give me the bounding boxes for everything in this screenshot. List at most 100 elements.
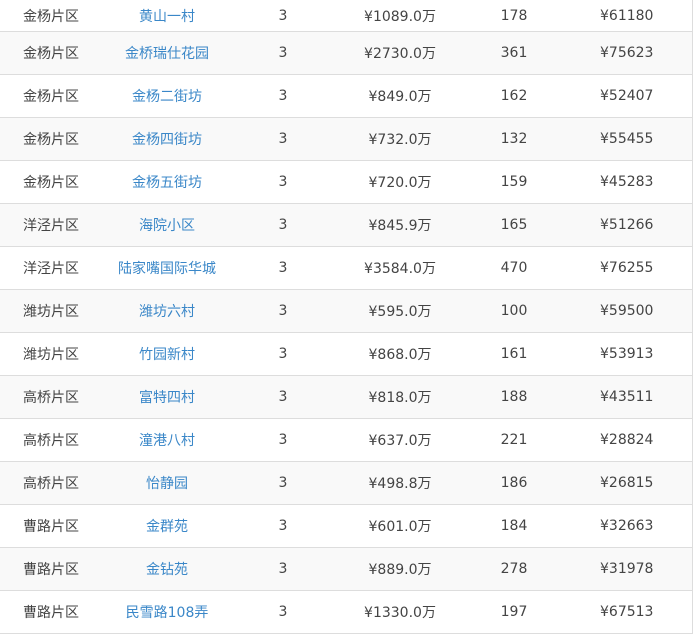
- area-cell: 197: [466, 590, 562, 634]
- community-cell: 金杨五街坊: [102, 160, 232, 204]
- unit-price-cell: ¥26815: [562, 461, 692, 505]
- community-link[interactable]: 金杨二街坊: [132, 89, 202, 105]
- community-cell: 金杨四街坊: [102, 117, 232, 161]
- area-cell: 470: [466, 246, 562, 290]
- table-row: 潍坊片区 竹园新村 3 ¥868.0万 161 ¥53913: [0, 332, 692, 376]
- community-cell: 民雪路108弄: [102, 590, 232, 634]
- district-cell: 曹路片区: [0, 504, 102, 548]
- district-cell: 高桥片区: [0, 418, 102, 462]
- area-cell: 221: [466, 418, 562, 462]
- table-row: 高桥片区 怡静园 3 ¥498.8万 186 ¥26815: [0, 461, 692, 505]
- rooms-cell: 3: [232, 375, 334, 419]
- rooms-cell: 3: [232, 0, 334, 32]
- total-price-cell: ¥732.0万: [334, 117, 466, 161]
- table-row: 金杨片区 金杨四街坊 3 ¥732.0万 132 ¥55455: [0, 117, 692, 161]
- community-link[interactable]: 陆家嘴国际华城: [118, 261, 216, 277]
- community-link[interactable]: 民雪路108弄: [126, 605, 209, 621]
- rooms-cell: 3: [232, 246, 334, 290]
- rooms-cell: 3: [232, 31, 334, 75]
- area-cell: 159: [466, 160, 562, 204]
- community-link[interactable]: 富特四村: [139, 390, 195, 406]
- table-body: 金杨片区 黄山一村 3 ¥1089.0万 178 ¥61180 金杨片区 金桥瑞…: [0, 0, 692, 634]
- rooms-cell: 3: [232, 289, 334, 333]
- total-price-cell: ¥3584.0万: [334, 246, 466, 290]
- community-link[interactable]: 海院小区: [139, 218, 195, 234]
- community-cell: 陆家嘴国际华城: [102, 246, 232, 290]
- unit-price-cell: ¥55455: [562, 117, 692, 161]
- district-cell: 金杨片区: [0, 160, 102, 204]
- community-link[interactable]: 金钻苑: [146, 562, 188, 578]
- area-cell: 132: [466, 117, 562, 161]
- table-row: 曹路片区 金群苑 3 ¥601.0万 184 ¥32663: [0, 504, 692, 548]
- community-cell: 黄山一村: [102, 0, 232, 32]
- rooms-cell: 3: [232, 590, 334, 634]
- area-cell: 184: [466, 504, 562, 548]
- total-price-cell: ¥845.9万: [334, 203, 466, 247]
- total-price-cell: ¥2730.0万: [334, 31, 466, 75]
- total-price-cell: ¥1330.0万: [334, 590, 466, 634]
- table-row: 高桥片区 富特四村 3 ¥818.0万 188 ¥43511: [0, 375, 692, 419]
- community-cell: 富特四村: [102, 375, 232, 419]
- community-link[interactable]: 金杨五街坊: [132, 175, 202, 191]
- area-cell: 278: [466, 547, 562, 591]
- unit-price-cell: ¥53913: [562, 332, 692, 376]
- community-cell: 怡静园: [102, 461, 232, 505]
- area-cell: 178: [466, 0, 562, 32]
- community-link[interactable]: 怡静园: [146, 476, 188, 492]
- community-link[interactable]: 竹园新村: [139, 347, 195, 363]
- table-row: 金杨片区 金桥瑞仕花园 3 ¥2730.0万 361 ¥75623: [0, 31, 692, 75]
- rooms-cell: 3: [232, 74, 334, 118]
- table-row: 金杨片区 金杨二街坊 3 ¥849.0万 162 ¥52407: [0, 74, 692, 118]
- rooms-cell: 3: [232, 160, 334, 204]
- community-link[interactable]: 黄山一村: [139, 9, 195, 25]
- district-cell: 高桥片区: [0, 461, 102, 505]
- district-cell: 洋泾片区: [0, 246, 102, 290]
- table-row: 洋泾片区 海院小区 3 ¥845.9万 165 ¥51266: [0, 203, 692, 247]
- area-cell: 165: [466, 203, 562, 247]
- total-price-cell: ¥720.0万: [334, 160, 466, 204]
- area-cell: 161: [466, 332, 562, 376]
- total-price-cell: ¥889.0万: [334, 547, 466, 591]
- unit-price-cell: ¥59500: [562, 289, 692, 333]
- district-cell: 金杨片区: [0, 117, 102, 161]
- community-cell: 海院小区: [102, 203, 232, 247]
- listing-table: 金杨片区 黄山一村 3 ¥1089.0万 178 ¥61180 金杨片区 金桥瑞…: [0, 0, 693, 634]
- area-cell: 100: [466, 289, 562, 333]
- community-cell: 金桥瑞仕花园: [102, 31, 232, 75]
- table-row: 曹路片区 民雪路108弄 3 ¥1330.0万 197 ¥67513: [0, 590, 692, 634]
- district-cell: 金杨片区: [0, 74, 102, 118]
- community-cell: 潼港八村: [102, 418, 232, 462]
- district-cell: 金杨片区: [0, 31, 102, 75]
- total-price-cell: ¥498.8万: [334, 461, 466, 505]
- unit-price-cell: ¥45283: [562, 160, 692, 204]
- district-cell: 金杨片区: [0, 0, 102, 32]
- unit-price-cell: ¥75623: [562, 31, 692, 75]
- community-link[interactable]: 潼港八村: [139, 433, 195, 449]
- community-cell: 潍坊六村: [102, 289, 232, 333]
- total-price-cell: ¥818.0万: [334, 375, 466, 419]
- rooms-cell: 3: [232, 504, 334, 548]
- table-row: 曹路片区 金钻苑 3 ¥889.0万 278 ¥31978: [0, 547, 692, 591]
- table-row: 金杨片区 金杨五街坊 3 ¥720.0万 159 ¥45283: [0, 160, 692, 204]
- community-cell: 竹园新村: [102, 332, 232, 376]
- community-cell: 金群苑: [102, 504, 232, 548]
- community-link[interactable]: 金杨四街坊: [132, 132, 202, 148]
- rooms-cell: 3: [232, 461, 334, 505]
- unit-price-cell: ¥76255: [562, 246, 692, 290]
- community-link[interactable]: 潍坊六村: [139, 304, 195, 320]
- district-cell: 潍坊片区: [0, 289, 102, 333]
- area-cell: 186: [466, 461, 562, 505]
- community-cell: 金钻苑: [102, 547, 232, 591]
- unit-price-cell: ¥31978: [562, 547, 692, 591]
- district-cell: 洋泾片区: [0, 203, 102, 247]
- table-row: 高桥片区 潼港八村 3 ¥637.0万 221 ¥28824: [0, 418, 692, 462]
- unit-price-cell: ¥32663: [562, 504, 692, 548]
- community-link[interactable]: 金群苑: [146, 519, 188, 535]
- unit-price-cell: ¥28824: [562, 418, 692, 462]
- district-cell: 曹路片区: [0, 547, 102, 591]
- area-cell: 188: [466, 375, 562, 419]
- community-link[interactable]: 金桥瑞仕花园: [125, 46, 209, 62]
- table-row: 潍坊片区 潍坊六村 3 ¥595.0万 100 ¥59500: [0, 289, 692, 333]
- total-price-cell: ¥868.0万: [334, 332, 466, 376]
- unit-price-cell: ¥61180: [562, 0, 692, 32]
